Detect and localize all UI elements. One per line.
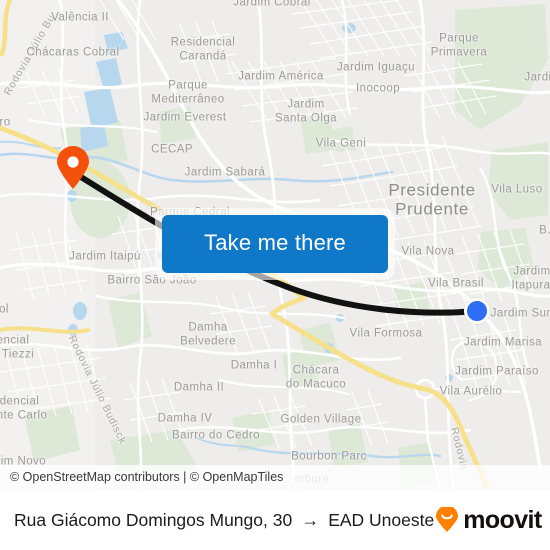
cta-container: Take me there (154, 208, 396, 280)
route-summary: Rua Giácomo Domingos Mungo, 30 → EAD Uno… (14, 510, 434, 531)
destination-marker[interactable] (464, 298, 490, 324)
arrow-icon: → (301, 509, 320, 530)
take-me-there-button[interactable]: Take me there (161, 215, 389, 273)
moovit-pin-icon (436, 507, 459, 532)
moovit-map-screen: Rodovia Júlio Bu Valência II Chácaras Cobr… (0, 0, 550, 550)
origin-marker[interactable] (56, 146, 90, 190)
route-footer: Rua Giácomo Domingos Mungo, 30 → EAD Uno… (0, 490, 550, 550)
map-canvas[interactable]: Rodovia Júlio Bu Valência II Chácaras Cobr… (0, 0, 550, 490)
origin-label: Rua Giácomo Domingos Mungo, 30 (14, 509, 293, 530)
moovit-logo[interactable]: moovit (434, 505, 542, 535)
destination-label: EAD Unoeste (328, 509, 435, 530)
moovit-wordmark: moovit (463, 505, 542, 534)
map-attribution[interactable]: © OpenStreetMap contributors | © OpenMap… (0, 465, 550, 490)
